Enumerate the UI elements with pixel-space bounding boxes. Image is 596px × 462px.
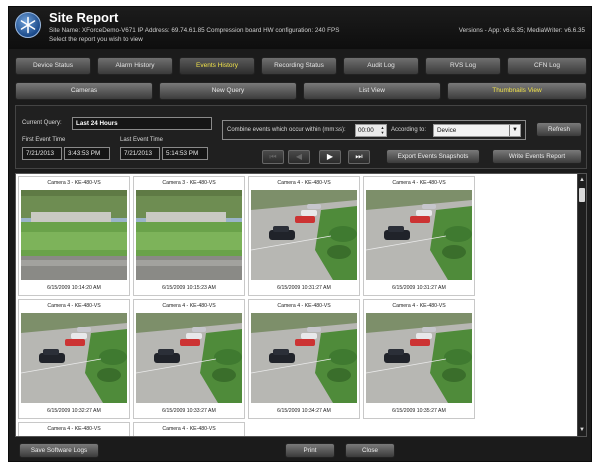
- select-report-hint: Select the report you wish to view: [49, 36, 143, 43]
- combine-events-label: Combine events which occur within (mm:ss…: [227, 127, 346, 133]
- event-thumbnail[interactable]: Camera 4 - KE-480-VS 6/15/2009 10:34:27 …: [248, 299, 360, 419]
- export-snapshots-button[interactable]: Export Events Snapshots: [386, 149, 480, 164]
- event-thumbnail[interactable]: Camera 4 - KE-480-VS: [18, 422, 130, 436]
- last-event-time-field[interactable]: 5:14:53 PM: [162, 147, 208, 160]
- combine-events-box: Combine events which occur within (mm:ss…: [222, 120, 526, 140]
- according-to-select[interactable]: Device ▼: [433, 124, 521, 137]
- according-to-label: According to:: [391, 127, 427, 133]
- tab-cfn-log[interactable]: CFN Log: [507, 57, 587, 75]
- camera-label: Camera 4 - KE-480-VS: [392, 180, 446, 186]
- chevron-down-icon[interactable]: ▼: [509, 125, 520, 136]
- snowflake-logo-icon: [15, 12, 41, 38]
- event-timestamp: 6/15/2009 10:31:27 AM: [277, 285, 331, 291]
- current-query-label: Current Query:: [22, 120, 62, 126]
- camera-label: Camera 4 - KE-480-VS: [277, 180, 331, 186]
- current-query-field: Last 24 Hours: [72, 117, 212, 130]
- save-software-logs-button[interactable]: Save Software Logs: [19, 443, 99, 458]
- page-title: Site Report: [49, 10, 119, 25]
- snapshot-image[interactable]: [21, 313, 127, 403]
- camera-label: Camera 4 - KE-480-VS: [47, 303, 101, 309]
- first-event-label: First Event Time: [22, 137, 66, 143]
- event-timestamp: 6/15/2009 10:31:27 AM: [392, 285, 446, 291]
- combine-time-value: 00:00: [358, 127, 374, 134]
- tab-recording-status[interactable]: Recording Status: [261, 57, 337, 75]
- snapshot-image[interactable]: [366, 190, 472, 280]
- scroll-thumb[interactable]: [579, 188, 585, 202]
- event-timestamp: 6/15/2009 10:14:20 AM: [47, 285, 101, 291]
- header: Site Report Site Name: XForceDemo-V671 I…: [9, 7, 591, 49]
- next-page-icon[interactable]: ▶: [319, 150, 341, 164]
- event-timestamp: 6/15/2009 10:34:27 AM: [277, 408, 331, 414]
- first-event-date-field[interactable]: 7/21/2013: [22, 147, 62, 160]
- query-panel: Current Query: Last 24 Hours First Event…: [15, 105, 587, 169]
- first-page-icon[interactable]: ⏮: [262, 150, 284, 164]
- event-thumbnail[interactable]: Camera 4 - KE-480-VS 6/15/2009 10:33:27 …: [133, 299, 245, 419]
- camera-label: Camera 3 - KE-480-VS: [47, 180, 101, 186]
- bottom-bar: Save Software Logs Print Close: [9, 439, 591, 461]
- tab-device-status[interactable]: Device Status: [15, 57, 91, 75]
- snapshot-image[interactable]: [366, 313, 472, 403]
- scrollbar[interactable]: ▲ ▼: [577, 174, 586, 436]
- last-page-icon[interactable]: ⏭: [348, 150, 370, 164]
- versions-text: Versions - App: v6.6.35; MediaWriter: v6…: [458, 27, 585, 34]
- camera-label: Camera 4 - KE-480-VS: [47, 426, 101, 432]
- cameras-button[interactable]: Cameras: [15, 82, 153, 100]
- print-button[interactable]: Print: [285, 443, 335, 458]
- write-report-button[interactable]: Write Events Report: [492, 149, 582, 164]
- event-thumbnail[interactable]: Camera 3 - KE-480-VS 6/15/2009 10:14:20 …: [18, 176, 130, 296]
- view-toolbar: Cameras New Query List View Thumbnails V…: [15, 82, 587, 100]
- snapshot-image[interactable]: [136, 190, 242, 280]
- snapshot-image[interactable]: [251, 190, 357, 280]
- event-timestamp: 6/15/2009 10:33:27 AM: [162, 408, 216, 414]
- snapshot-image[interactable]: [251, 313, 357, 403]
- event-thumbnail[interactable]: Camera 4 - KE-480-VS: [133, 422, 245, 436]
- last-event-label: Last Event Time: [120, 137, 164, 143]
- snapshot-image[interactable]: [136, 313, 242, 403]
- camera-label: Camera 4 - KE-480-VS: [162, 426, 216, 432]
- event-timestamp: 6/15/2009 10:35:27 AM: [392, 408, 446, 414]
- last-event-date-field[interactable]: 7/21/2013: [120, 147, 160, 160]
- event-timestamp: 6/15/2009 10:32:27 AM: [47, 408, 101, 414]
- event-thumbnail[interactable]: Camera 4 - KE-480-VS 6/15/2009 10:31:27 …: [248, 176, 360, 296]
- camera-label: Camera 4 - KE-480-VS: [392, 303, 446, 309]
- tab-audit-log[interactable]: Audit Log: [343, 57, 419, 75]
- event-timestamp: 6/15/2009 10:15:23 AM: [162, 285, 216, 291]
- previous-page-icon[interactable]: ◀: [288, 150, 310, 164]
- tab-events-history[interactable]: Events History: [179, 57, 255, 75]
- event-thumbnail[interactable]: Camera 4 - KE-480-VS 6/15/2009 10:31:27 …: [363, 176, 475, 296]
- new-query-button[interactable]: New Query: [159, 82, 297, 100]
- close-button[interactable]: Close: [345, 443, 395, 458]
- snapshot-image[interactable]: [21, 190, 127, 280]
- site-info-text: Site Name: XForceDemo-V671 IP Address: 6…: [49, 27, 340, 34]
- event-thumbnail[interactable]: Camera 4 - KE-480-VS 6/15/2009 10:32:27 …: [18, 299, 130, 419]
- event-thumbnail[interactable]: Camera 4 - KE-480-VS 6/15/2009 10:35:27 …: [363, 299, 475, 419]
- according-to-value: Device: [437, 127, 457, 134]
- site-report-window: Site Report Site Name: XForceDemo-V671 I…: [8, 6, 592, 462]
- scroll-down-icon[interactable]: ▼: [578, 426, 586, 434]
- list-view-button[interactable]: List View: [303, 82, 441, 100]
- event-thumbnail[interactable]: Camera 3 - KE-480-VS 6/15/2009 10:15:23 …: [133, 176, 245, 296]
- tab-rvs-log[interactable]: RVS Log: [425, 57, 501, 75]
- current-query-value: Last 24 Hours: [76, 120, 118, 127]
- scroll-up-icon[interactable]: ▲: [578, 176, 586, 184]
- thumbnails-grid: Camera 3 - KE-480-VS 6/15/2009 10:14:20 …: [15, 173, 587, 437]
- refresh-button[interactable]: Refresh: [536, 122, 582, 137]
- tab-alarm-history[interactable]: Alarm History: [97, 57, 173, 75]
- spin-arrows-icon[interactable]: ▲ ▼: [379, 125, 386, 136]
- camera-label: Camera 3 - KE-480-VS: [162, 180, 216, 186]
- report-tabs: Device Status Alarm History Events Histo…: [15, 57, 587, 75]
- combine-time-stepper[interactable]: 00:00 ▲ ▼: [355, 124, 387, 137]
- camera-label: Camera 4 - KE-480-VS: [277, 303, 331, 309]
- first-event-time-field[interactable]: 3:43:53 PM: [64, 147, 110, 160]
- thumbnails-view-button[interactable]: Thumbnails View: [447, 82, 587, 100]
- camera-label: Camera 4 - KE-480-VS: [162, 303, 216, 309]
